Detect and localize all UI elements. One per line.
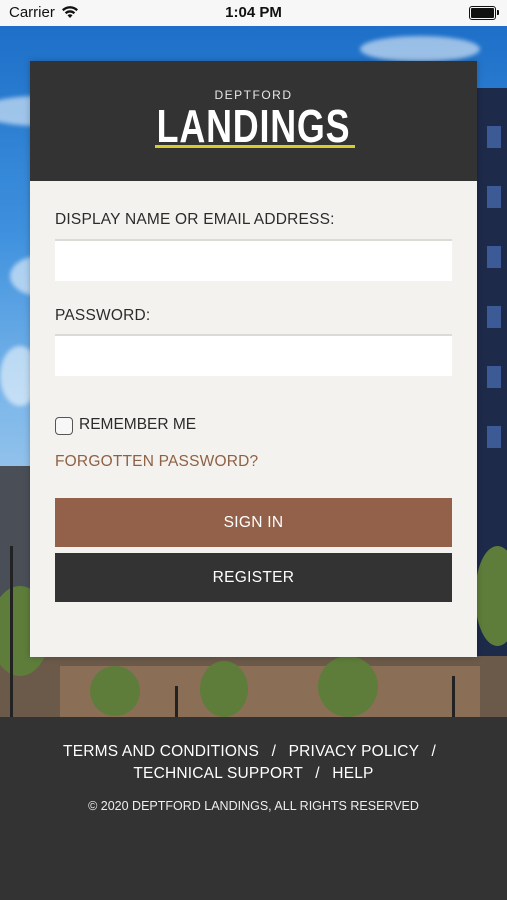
footer-links-row-2: TECHNICAL SUPPORT / HELP bbox=[0, 765, 507, 783]
battery-icon bbox=[469, 6, 499, 20]
password-label: PASSWORD: bbox=[55, 307, 151, 324]
username-label: DISPLAY NAME OR EMAIL ADDRESS: bbox=[55, 211, 335, 228]
logo-underline bbox=[155, 145, 355, 148]
remember-me-label[interactable]: REMEMBER ME bbox=[79, 416, 196, 434]
terms-link[interactable]: TERMS AND CONDITIONS bbox=[63, 743, 259, 760]
footer-separator: / bbox=[431, 743, 436, 760]
sign-in-button[interactable]: SIGN IN bbox=[55, 498, 452, 547]
privacy-policy-link[interactable]: PRIVACY POLICY bbox=[289, 743, 419, 760]
username-input[interactable] bbox=[55, 239, 452, 281]
register-button[interactable]: REGISTER bbox=[55, 553, 452, 602]
footer-links-row-1: TERMS AND CONDITIONS / PRIVACY POLICY / bbox=[0, 743, 507, 761]
footer-separator: / bbox=[315, 765, 320, 782]
help-link[interactable]: HELP bbox=[332, 765, 373, 782]
footer-separator: / bbox=[271, 743, 277, 760]
technical-support-link[interactable]: TECHNICAL SUPPORT bbox=[133, 765, 302, 782]
remember-me-checkbox[interactable] bbox=[55, 417, 73, 435]
password-input[interactable] bbox=[55, 334, 452, 376]
login-card: DEPTFORD LANDINGS DISPLAY NAME OR EMAIL … bbox=[30, 61, 477, 657]
remember-me-row: REMEMBER ME bbox=[55, 414, 196, 435]
forgot-password-link[interactable]: FORGOTTEN PASSWORD? bbox=[55, 453, 258, 471]
copyright-text: © 2020 DEPTFORD LANDINGS, ALL RIGHTS RES… bbox=[88, 799, 419, 813]
footer: TERMS AND CONDITIONS / PRIVACY POLICY / … bbox=[0, 717, 507, 900]
status-time: 1:04 PM bbox=[225, 4, 282, 21]
status-bar: Carrier 1:04 PM bbox=[0, 0, 507, 26]
brand-header: DEPTFORD LANDINGS bbox=[30, 61, 477, 181]
